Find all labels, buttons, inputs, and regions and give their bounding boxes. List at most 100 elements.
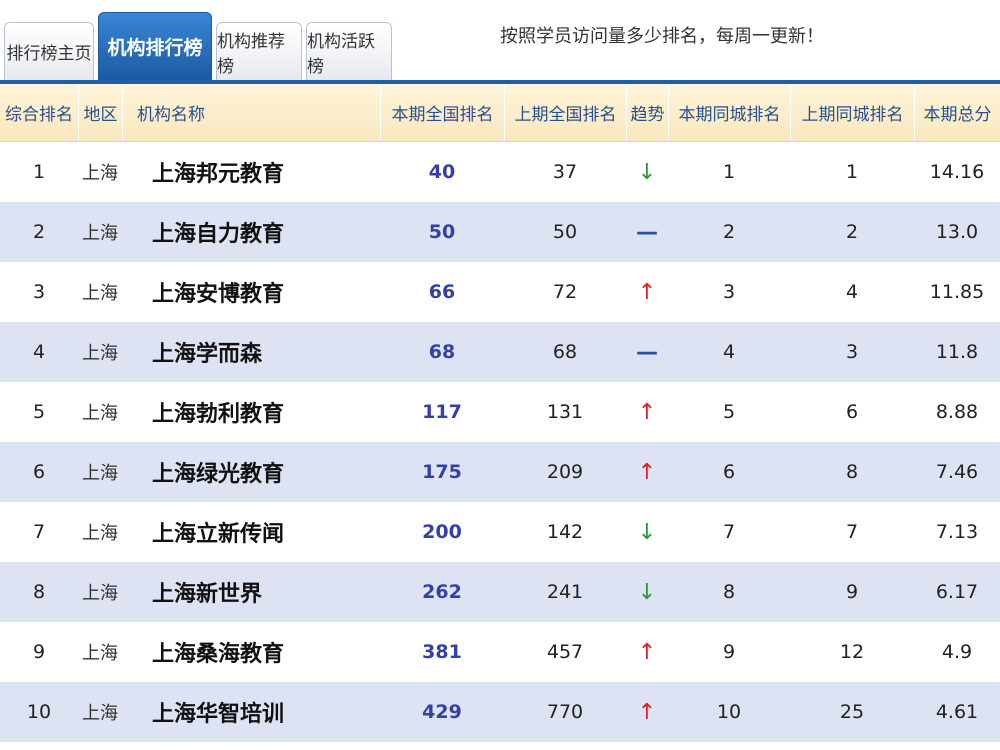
cell-trend: ↑	[626, 622, 668, 682]
cell-trend: ↑	[626, 442, 668, 502]
cell-score: 7.46	[935, 461, 979, 483]
cell-nat-current: 68	[428, 341, 456, 363]
cell-city-current: 5	[722, 401, 736, 423]
cell-nat-previous: 72	[552, 281, 578, 303]
cell-nat-previous: 131	[546, 401, 584, 423]
cell-city-current: 1	[722, 161, 736, 183]
cell-nat-previous: 241	[546, 581, 584, 603]
cell-region: 上海	[82, 403, 118, 424]
cell-city-current: 9	[722, 641, 736, 663]
trend-down-icon: ↓	[637, 579, 657, 605]
cell-institution-name[interactable]: 上海新世界	[122, 562, 380, 622]
cell-institution-name[interactable]: 上海邦元教育	[122, 142, 380, 202]
cell-trend: ↑	[626, 262, 668, 322]
cell-rank: 5	[32, 401, 46, 423]
cell-score: 6.17	[935, 581, 979, 603]
cell-city-current: 3	[722, 281, 736, 303]
tab-bar: 排行榜主页 机构排行榜 机构推荐榜 机构活跃榜 按照学员访问量多少排名，每周一更…	[0, 0, 1000, 84]
cell-region: 上海	[82, 163, 118, 184]
ranking-table-body: 1 上海 上海邦元教育 40 37 ↓ 1 1 14.16 2 上海 上海自力教育 50 50—2 2 13.…	[0, 142, 1000, 742]
cell-score: 11.8	[935, 341, 979, 363]
cell-nat-previous: 142	[546, 521, 584, 543]
cell-region: 上海	[82, 343, 118, 364]
cell-rank: 2	[32, 221, 46, 243]
header-city-previous: 上期同城排名	[790, 84, 914, 141]
trend-up-icon: ↑	[637, 399, 657, 425]
header-trend: 趋势	[626, 84, 668, 141]
cell-score: 11.85	[929, 281, 985, 303]
cell-trend: —	[626, 322, 668, 382]
header-name: 机构名称	[122, 84, 380, 141]
cell-nat-current: 381	[422, 641, 462, 663]
cell-nat-previous: 37	[552, 161, 578, 183]
cell-trend: ↑	[626, 682, 668, 742]
table-row: 8 上海 上海新世界 262 241 ↓ 8 9 6.17	[0, 562, 1000, 622]
cell-rank: 8	[32, 581, 46, 603]
cell-city-previous: 8	[845, 461, 859, 483]
cell-city-previous: 9	[845, 581, 859, 603]
cell-institution-name[interactable]: 上海桑海教育	[122, 622, 380, 682]
header-nat-current: 本期全国排名	[380, 84, 504, 141]
cell-region: 上海	[82, 583, 118, 604]
table-row: 10 上海 上海华智培训 429 770 ↑ 10 25 4.61	[0, 682, 1000, 742]
cell-institution-name[interactable]: 上海立新传闻	[122, 502, 380, 562]
cell-nat-current: 262	[422, 581, 462, 603]
trend-up-icon: ↑	[637, 699, 657, 725]
cell-rank: 6	[32, 461, 46, 483]
cell-region: 上海	[82, 463, 118, 484]
cell-region: 上海	[82, 523, 118, 544]
cell-nat-current: 66	[428, 281, 456, 303]
trend-up-icon: ↑	[637, 279, 657, 305]
header-nat-previous: 上期全国排名	[504, 84, 626, 141]
cell-nat-current: 175	[422, 461, 462, 483]
cell-city-previous: 2	[845, 221, 859, 243]
cell-institution-name[interactable]: 上海华智培训	[122, 682, 380, 742]
cell-nat-current: 50	[428, 221, 456, 243]
trend-up-icon: ↑	[637, 639, 657, 665]
cell-rank: 1	[32, 161, 46, 183]
table-row: 4 上海 上海学而森 68 68 — 4 3 11.8	[0, 322, 1000, 382]
cell-institution-name[interactable]: 上海绿光教育	[122, 442, 380, 502]
cell-institution-name[interactable]: 上海自力教育	[122, 202, 380, 262]
trend-up-icon: ↑	[637, 459, 657, 485]
cell-institution-name[interactable]: 上海学而森	[122, 322, 380, 382]
table-row: 7 上海 上海立新传闻 200 142 ↓ 7 7 7.13	[0, 502, 1000, 562]
header-region: 地区	[78, 84, 122, 141]
cell-trend: ↓	[626, 562, 668, 622]
table-header: 综合排名 地区 机构名称 本期全国排名 上期全国排名 趋势 本期同城排名 上期同…	[0, 84, 1000, 142]
cell-rank: 10	[26, 701, 52, 723]
cell-city-previous: 3	[845, 341, 859, 363]
table-row: 9 上海 上海桑海教育 381 457 ↑ 9 12 4.9	[0, 622, 1000, 682]
tab-institution-ranking[interactable]: 机构排行榜	[98, 12, 212, 80]
cell-nat-previous: 209	[546, 461, 584, 483]
cell-score: 7.13	[935, 521, 979, 543]
cell-region: 上海	[82, 703, 118, 724]
tab-institution-recommend[interactable]: 机构推荐榜	[216, 22, 302, 80]
cell-institution-name[interactable]: 上海安博教育	[122, 262, 380, 322]
trend-down-icon: ↓	[637, 159, 657, 185]
cell-city-previous: 12	[839, 641, 865, 663]
cell-rank: 3	[32, 281, 46, 303]
trend-flat-icon: —	[636, 219, 658, 245]
cell-trend: ↑	[626, 382, 668, 442]
cell-city-current: 6	[722, 461, 736, 483]
table-row: 3 上海 上海安博教育 66 72 ↑ 3 4 11.85	[0, 262, 1000, 322]
trend-flat-icon: —	[636, 339, 658, 365]
tab-ranking-home[interactable]: 排行榜主页	[4, 22, 94, 80]
table-row: 1 上海 上海邦元教育 40 37 ↓ 1 1 14.16	[0, 142, 1000, 202]
table-row: 5 上海 上海勃利教育 117 131 ↑ 5 6 8.88	[0, 382, 1000, 442]
cell-trend: ↓	[626, 502, 668, 562]
cell-institution-name[interactable]: 上海勃利教育	[122, 382, 380, 442]
tab-institution-active[interactable]: 机构活跃榜	[306, 22, 392, 80]
cell-trend: —	[626, 202, 668, 262]
cell-nat-previous: 68	[552, 341, 578, 363]
cell-score: 8.88	[935, 401, 979, 423]
cell-score: 14.16	[929, 161, 985, 183]
cell-city-current: 7	[722, 521, 736, 543]
cell-score: 4.61	[935, 701, 979, 723]
header-score: 本期总分	[914, 84, 1000, 141]
cell-city-previous: 4	[845, 281, 859, 303]
cell-nat-current: 117	[422, 401, 462, 423]
cell-city-current: 2	[722, 221, 736, 243]
table-bottom-edge	[0, 742, 1000, 750]
